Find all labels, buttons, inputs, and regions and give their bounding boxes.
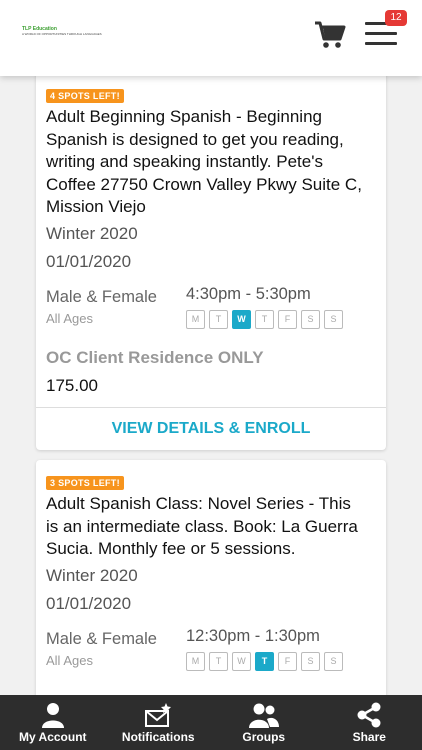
tab-label: Groups [242,730,286,744]
tab-label: Notifications [121,730,195,744]
spots-left-badge: 4 SPOTS LEFT! [46,89,124,103]
course-date: 01/01/2020 [46,594,132,613]
hamburger-menu-icon[interactable] [365,22,397,50]
weekday-selector: M T W T F S S [186,310,343,329]
course-gender: Male & Female [46,288,157,306]
bottom-tab-bar: My Account Notifications Groups Share [0,695,422,750]
course-location: OC Client Residence ONLY [46,348,264,367]
view-details-enroll-button[interactable]: VIEW DETAILS & ENROLL [36,420,386,438]
day-wednesday: W [232,310,251,329]
app-header: TLP Education A WORLD OF OPPORTUNITIES T… [0,0,422,76]
course-season: Winter 2020 [46,566,138,585]
weekday-selector: M T W T F S S [186,652,343,671]
share-icon [357,702,381,728]
tab-my-account[interactable]: My Account [0,695,106,750]
envelope-star-icon [145,703,172,727]
day-thursday: T [255,652,274,671]
logo-tagline: A WORLD OF OPPORTUNITIES THROUGH LANGUAG… [22,32,102,36]
course-gender: Male & Female [46,630,157,648]
day-sunday: S [324,310,343,329]
course-ages: All Ages [46,311,93,326]
course-time: 4:30pm - 5:30pm [186,285,311,303]
tab-label: Share [352,730,386,744]
card-divider [36,407,386,408]
tab-share[interactable]: Share [317,695,422,750]
course-time: 12:30pm - 1:30pm [186,627,320,645]
course-season: Winter 2020 [46,224,138,243]
notification-count-badge: 12 [385,10,407,26]
day-thursday: T [255,310,274,329]
day-tuesday: T [209,310,228,329]
course-ages: All Ages [46,653,93,668]
course-title: Adult Spanish Class: Novel Series - This… [46,494,358,558]
spots-left-badge: 3 SPOTS LEFT! [46,476,124,490]
app-logo[interactable]: TLP Education A WORLD OF OPPORTUNITIES T… [22,26,102,44]
day-saturday: S [301,310,320,329]
tab-label: My Account [18,730,87,744]
day-monday: M [186,652,205,671]
course-title: Adult Beginning Spanish - Beginning Span… [46,107,362,216]
day-friday: F [278,652,297,671]
day-sunday: S [324,652,343,671]
day-friday: F [278,310,297,329]
day-tuesday: T [209,652,228,671]
tab-notifications[interactable]: Notifications [106,695,212,750]
course-date: 01/01/2020 [46,252,132,271]
course-card: 4 SPOTS LEFT! Adult Beginning Spanish - … [36,70,386,450]
course-price: 175.00 [46,376,98,395]
cart-icon[interactable] [314,20,346,50]
day-saturday: S [301,652,320,671]
day-monday: M [186,310,205,329]
day-wednesday: W [232,652,251,671]
group-icon [248,703,279,728]
tab-groups[interactable]: Groups [211,695,317,750]
user-icon [41,703,64,728]
